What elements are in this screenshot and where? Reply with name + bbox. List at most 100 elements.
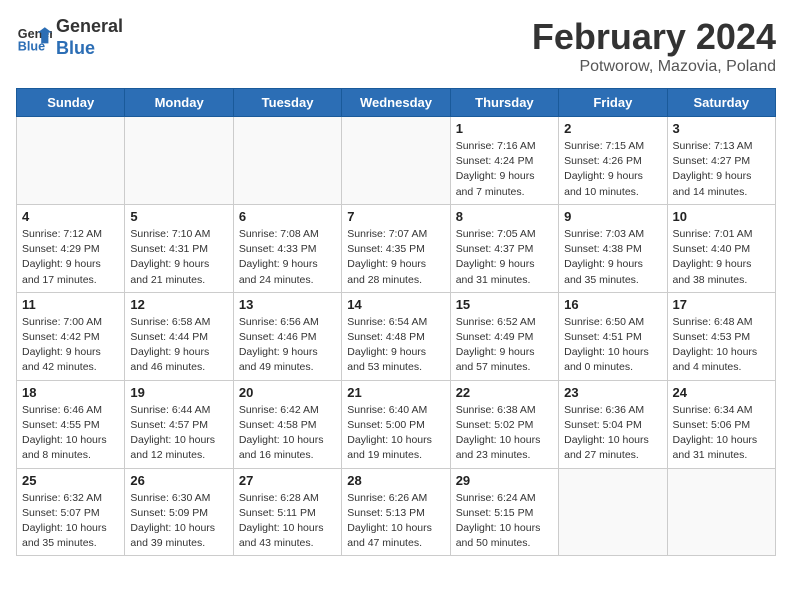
logo: General Blue General Blue	[16, 16, 123, 59]
day-info: Sunrise: 7:05 AM Sunset: 4:37 PM Dayligh…	[456, 227, 553, 288]
weekday-header-friday: Friday	[559, 89, 667, 117]
calendar-cell: 20 Sunrise: 6:42 AM Sunset: 4:58 PM Dayli…	[233, 380, 341, 468]
calendar-cell: 27 Sunrise: 6:28 AM Sunset: 5:11 PM Dayli…	[233, 468, 341, 556]
weekday-header-tuesday: Tuesday	[233, 89, 341, 117]
weekday-header-wednesday: Wednesday	[342, 89, 450, 117]
day-number: 3	[673, 121, 770, 136]
calendar-cell: 1 Sunrise: 7:16 AM Sunset: 4:24 PM Daylig…	[450, 117, 558, 205]
day-number: 26	[130, 473, 227, 488]
day-number: 10	[673, 209, 770, 224]
calendar-cell	[667, 468, 775, 556]
calendar-cell: 7 Sunrise: 7:07 AM Sunset: 4:35 PM Daylig…	[342, 204, 450, 292]
day-info: Sunrise: 6:38 AM Sunset: 5:02 PM Dayligh…	[456, 403, 553, 464]
day-info: Sunrise: 6:54 AM Sunset: 4:48 PM Dayligh…	[347, 315, 444, 376]
calendar-body: 1 Sunrise: 7:16 AM Sunset: 4:24 PM Daylig…	[17, 117, 776, 556]
day-info: Sunrise: 6:24 AM Sunset: 5:15 PM Dayligh…	[456, 491, 553, 552]
day-number: 11	[22, 297, 119, 312]
calendar-cell: 26 Sunrise: 6:30 AM Sunset: 5:09 PM Dayli…	[125, 468, 233, 556]
day-info: Sunrise: 7:16 AM Sunset: 4:24 PM Dayligh…	[456, 139, 553, 200]
day-number: 16	[564, 297, 661, 312]
svg-text:Blue: Blue	[18, 39, 45, 53]
calendar-cell: 16 Sunrise: 6:50 AM Sunset: 4:51 PM Dayli…	[559, 292, 667, 380]
calendar-cell: 9Sunrise: 7:03 AM Sunset: 4:38 PM Daylig…	[559, 204, 667, 292]
day-number: 1	[456, 121, 553, 136]
day-info: Sunrise: 7:15 AM Sunset: 4:26 PM Dayligh…	[564, 139, 661, 200]
day-info: Sunrise: 6:30 AM Sunset: 5:09 PM Dayligh…	[130, 491, 227, 552]
day-number: 22	[456, 385, 553, 400]
calendar-cell: 2 Sunrise: 7:15 AM Sunset: 4:26 PM Daylig…	[559, 117, 667, 205]
day-info: Sunrise: 7:10 AM Sunset: 4:31 PM Dayligh…	[130, 227, 227, 288]
day-info: Sunrise: 6:42 AM Sunset: 4:58 PM Dayligh…	[239, 403, 336, 464]
calendar-subtitle: Potworow, Mazovia, Poland	[532, 58, 776, 76]
day-number: 8	[456, 209, 553, 224]
calendar-table: SundayMondayTuesdayWednesdayThursdayFrid…	[16, 88, 776, 556]
day-number: 12	[130, 297, 227, 312]
week-row-2: 4 Sunrise: 7:12 AM Sunset: 4:29 PM Daylig…	[17, 204, 776, 292]
calendar-cell	[559, 468, 667, 556]
day-info: Sunrise: 7:12 AM Sunset: 4:29 PM Dayligh…	[22, 227, 119, 288]
day-number: 19	[130, 385, 227, 400]
week-row-4: 18Sunrise: 6:46 AM Sunset: 4:55 PM Dayli…	[17, 380, 776, 468]
day-number: 24	[673, 385, 770, 400]
day-number: 28	[347, 473, 444, 488]
day-number: 14	[347, 297, 444, 312]
day-info: Sunrise: 6:26 AM Sunset: 5:13 PM Dayligh…	[347, 491, 444, 552]
calendar-cell: 15Sunrise: 6:52 AM Sunset: 4:49 PM Dayli…	[450, 292, 558, 380]
day-info: Sunrise: 6:58 AM Sunset: 4:44 PM Dayligh…	[130, 315, 227, 376]
day-info: Sunrise: 6:56 AM Sunset: 4:46 PM Dayligh…	[239, 315, 336, 376]
day-info: Sunrise: 6:44 AM Sunset: 4:57 PM Dayligh…	[130, 403, 227, 464]
day-number: 5	[130, 209, 227, 224]
title-section: February 2024 Potworow, Mazovia, Poland	[532, 16, 776, 76]
day-info: Sunrise: 7:07 AM Sunset: 4:35 PM Dayligh…	[347, 227, 444, 288]
calendar-cell: 4 Sunrise: 7:12 AM Sunset: 4:29 PM Daylig…	[17, 204, 125, 292]
day-info: Sunrise: 7:13 AM Sunset: 4:27 PM Dayligh…	[673, 139, 770, 200]
day-info: Sunrise: 7:00 AM Sunset: 4:42 PM Dayligh…	[22, 315, 119, 376]
page-header: General Blue General Blue February 2024 …	[16, 16, 776, 76]
calendar-header: SundayMondayTuesdayWednesdayThursdayFrid…	[17, 89, 776, 117]
day-number: 20	[239, 385, 336, 400]
weekday-header-thursday: Thursday	[450, 89, 558, 117]
day-info: Sunrise: 7:08 AM Sunset: 4:33 PM Dayligh…	[239, 227, 336, 288]
calendar-cell: 21 Sunrise: 6:40 AM Sunset: 5:00 PM Dayli…	[342, 380, 450, 468]
calendar-cell	[17, 117, 125, 205]
day-number: 7	[347, 209, 444, 224]
day-info: Sunrise: 6:40 AM Sunset: 5:00 PM Dayligh…	[347, 403, 444, 464]
calendar-cell: 11 Sunrise: 7:00 AM Sunset: 4:42 PM Dayli…	[17, 292, 125, 380]
day-number: 13	[239, 297, 336, 312]
calendar-cell: 14 Sunrise: 6:54 AM Sunset: 4:48 PM Dayli…	[342, 292, 450, 380]
calendar-cell: 6Sunrise: 7:08 AM Sunset: 4:33 PM Daylig…	[233, 204, 341, 292]
day-info: Sunrise: 6:50 AM Sunset: 4:51 PM Dayligh…	[564, 315, 661, 376]
calendar-cell: 17 Sunrise: 6:48 AM Sunset: 4:53 PM Dayli…	[667, 292, 775, 380]
calendar-cell: 18Sunrise: 6:46 AM Sunset: 4:55 PM Dayli…	[17, 380, 125, 468]
day-number: 18	[22, 385, 119, 400]
day-number: 9	[564, 209, 661, 224]
weekday-row: SundayMondayTuesdayWednesdayThursdayFrid…	[17, 89, 776, 117]
day-number: 4	[22, 209, 119, 224]
day-number: 21	[347, 385, 444, 400]
calendar-cell: 12 Sunrise: 6:58 AM Sunset: 4:44 PM Dayli…	[125, 292, 233, 380]
day-number: 27	[239, 473, 336, 488]
day-info: Sunrise: 6:32 AM Sunset: 5:07 PM Dayligh…	[22, 491, 119, 552]
calendar-cell	[125, 117, 233, 205]
day-info: Sunrise: 6:28 AM Sunset: 5:11 PM Dayligh…	[239, 491, 336, 552]
weekday-header-saturday: Saturday	[667, 89, 775, 117]
day-info: Sunrise: 7:01 AM Sunset: 4:40 PM Dayligh…	[673, 227, 770, 288]
calendar-cell: 23Sunrise: 6:36 AM Sunset: 5:04 PM Dayli…	[559, 380, 667, 468]
week-row-5: 25 Sunrise: 6:32 AM Sunset: 5:07 PM Dayli…	[17, 468, 776, 556]
calendar-cell: 25 Sunrise: 6:32 AM Sunset: 5:07 PM Dayli…	[17, 468, 125, 556]
weekday-header-monday: Monday	[125, 89, 233, 117]
calendar-cell: 28 Sunrise: 6:26 AM Sunset: 5:13 PM Dayli…	[342, 468, 450, 556]
day-info: Sunrise: 6:52 AM Sunset: 4:49 PM Dayligh…	[456, 315, 553, 376]
day-number: 17	[673, 297, 770, 312]
day-number: 25	[22, 473, 119, 488]
logo-line2: Blue	[56, 38, 123, 60]
day-number: 2	[564, 121, 661, 136]
weekday-header-sunday: Sunday	[17, 89, 125, 117]
calendar-cell: 3 Sunrise: 7:13 AM Sunset: 4:27 PM Daylig…	[667, 117, 775, 205]
day-info: Sunrise: 6:48 AM Sunset: 4:53 PM Dayligh…	[673, 315, 770, 376]
calendar-cell: 13 Sunrise: 6:56 AM Sunset: 4:46 PM Dayli…	[233, 292, 341, 380]
week-row-3: 11 Sunrise: 7:00 AM Sunset: 4:42 PM Dayli…	[17, 292, 776, 380]
logo-icon: General Blue	[16, 20, 52, 56]
calendar-cell	[342, 117, 450, 205]
day-info: Sunrise: 6:36 AM Sunset: 5:04 PM Dayligh…	[564, 403, 661, 464]
